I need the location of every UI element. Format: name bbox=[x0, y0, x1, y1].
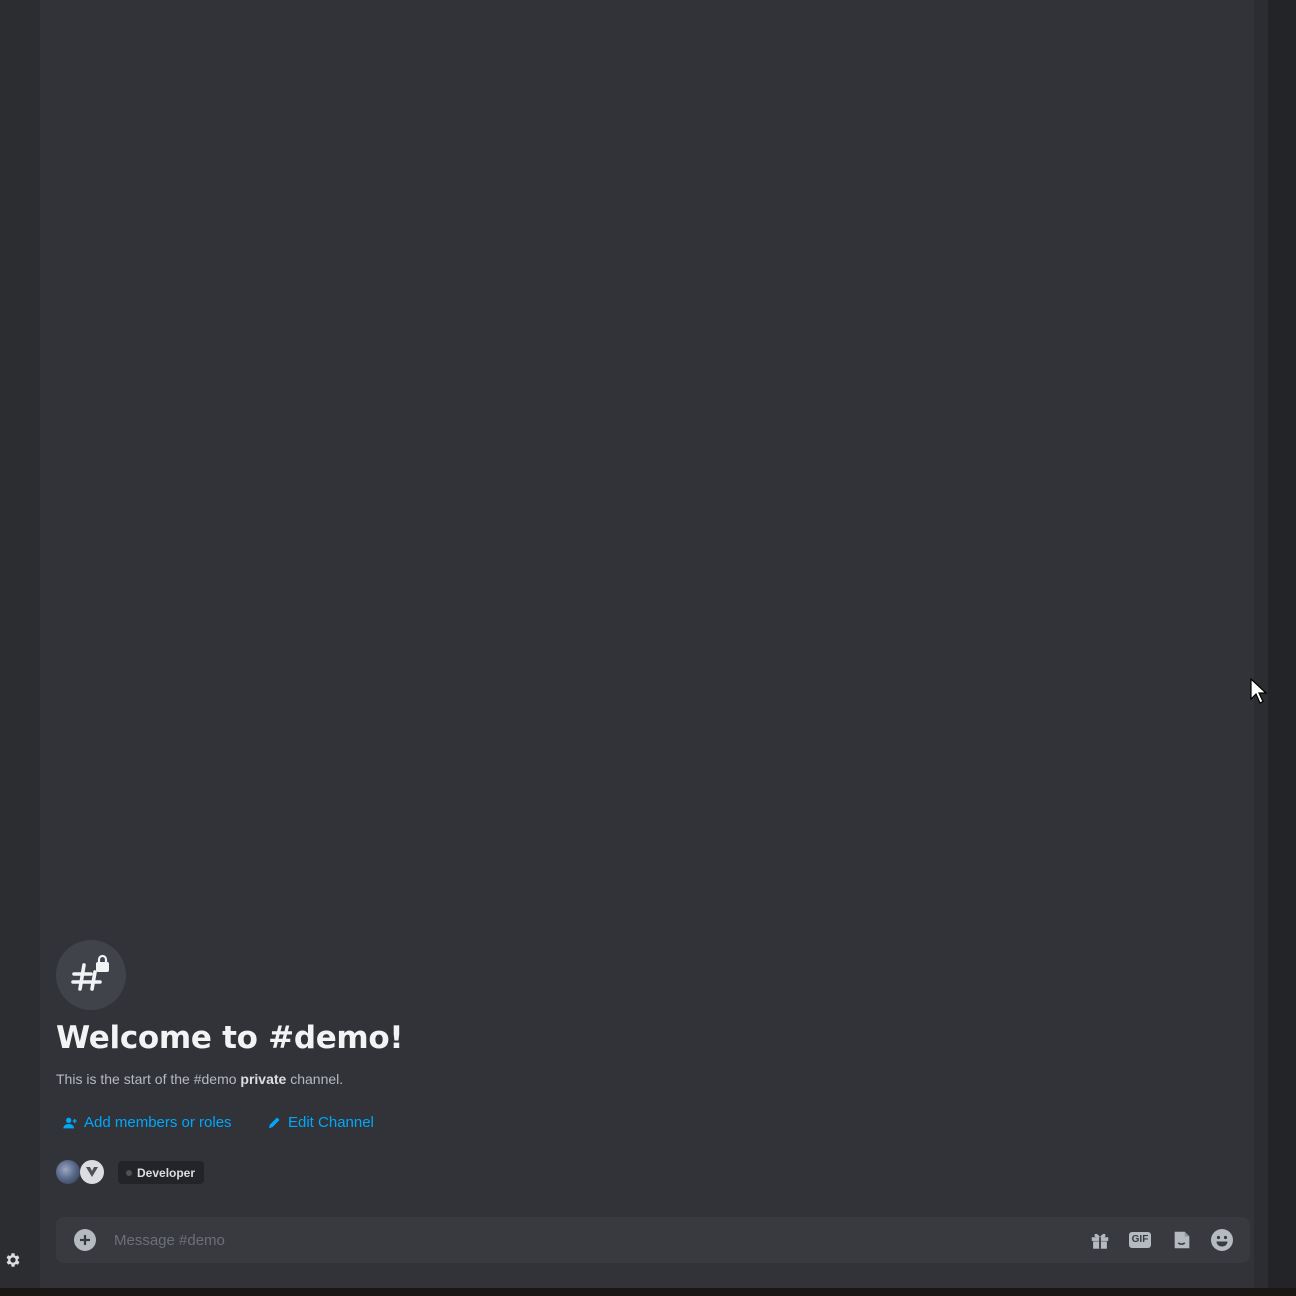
app-window: Welcome to #demo! This is the start of t… bbox=[0, 0, 1296, 1296]
mouse-cursor-icon bbox=[1250, 678, 1268, 704]
member-list-edge bbox=[1268, 0, 1296, 1288]
sticker-button[interactable] bbox=[1170, 1228, 1194, 1252]
channel-hashtag-lock-icon bbox=[56, 940, 126, 1010]
gift-icon bbox=[1091, 1233, 1109, 1249]
welcome-title: Welcome to #demo! bbox=[56, 1020, 404, 1056]
bottom-border bbox=[0, 1288, 1296, 1296]
member-avatar[interactable] bbox=[56, 1160, 80, 1184]
sticker-icon bbox=[1174, 1231, 1190, 1249]
add-members-button[interactable]: Add members or roles bbox=[62, 1114, 232, 1131]
member-avatar[interactable] bbox=[80, 1160, 104, 1184]
emoji-button[interactable] bbox=[1210, 1228, 1234, 1252]
message-composer: GIF bbox=[56, 1217, 1250, 1263]
add-members-label: Add members or roles bbox=[84, 1114, 232, 1131]
pencil-icon bbox=[268, 1117, 280, 1129]
hashtag-lock-icon bbox=[71, 954, 109, 991]
message-input[interactable] bbox=[114, 1227, 1014, 1253]
edit-channel-button[interactable]: Edit Channel bbox=[267, 1114, 374, 1131]
heart-icon bbox=[86, 1167, 98, 1177]
gift-button[interactable] bbox=[1088, 1228, 1112, 1252]
emoji-icon bbox=[1211, 1229, 1233, 1251]
role-color-dot bbox=[126, 1169, 132, 1176]
subtitle-private: private bbox=[240, 1071, 287, 1087]
edit-channel-label: Edit Channel bbox=[288, 1114, 374, 1131]
channel-sidebar-edge bbox=[0, 0, 40, 1288]
add-person-icon bbox=[63, 1117, 77, 1128]
chat-scrollbar-track[interactable] bbox=[1254, 0, 1268, 1288]
gear-icon[interactable] bbox=[4, 1251, 22, 1269]
welcome-subtitle: This is the start of the #demo private c… bbox=[56, 1071, 343, 1087]
attach-button[interactable] bbox=[74, 1229, 96, 1251]
subtitle-prefix: This is the start of the #demo bbox=[56, 1071, 241, 1087]
plus-circle-icon bbox=[80, 1235, 90, 1245]
subtitle-suffix: channel. bbox=[286, 1071, 344, 1087]
gif-icon: GIF bbox=[1128, 1232, 1152, 1248]
role-badge[interactable]: Developer bbox=[118, 1161, 205, 1184]
role-label: Developer bbox=[137, 1165, 196, 1180]
gif-button[interactable]: GIF bbox=[1128, 1228, 1152, 1252]
chat-area bbox=[40, 0, 1254, 1288]
